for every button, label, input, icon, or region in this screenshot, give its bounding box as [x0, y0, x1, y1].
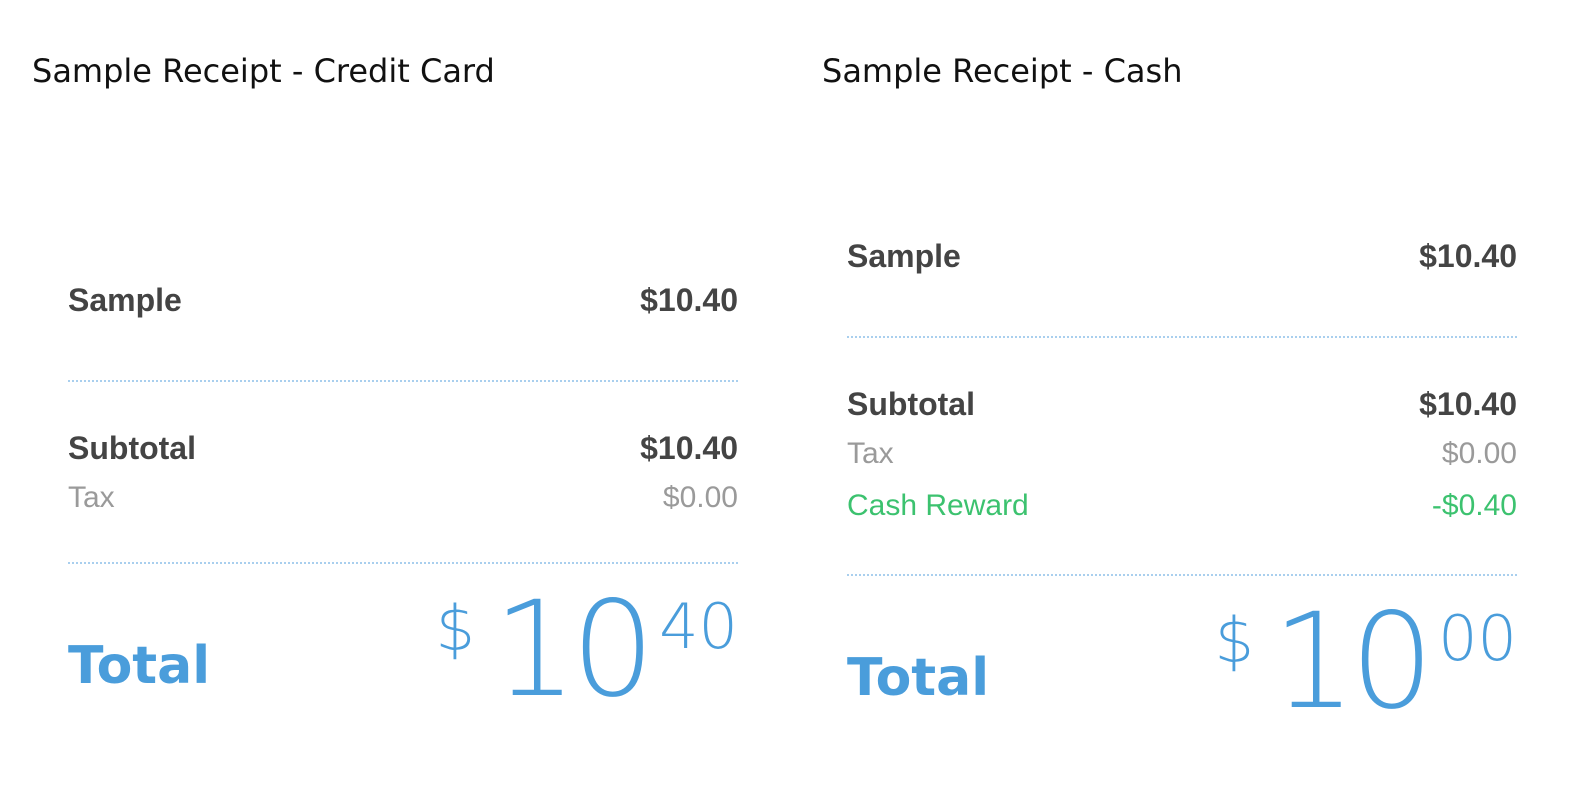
subtotal-row: Subtotal $10.40	[847, 380, 1517, 428]
item-name: Sample	[847, 238, 961, 274]
total-dollars: 10	[493, 573, 655, 727]
total-amount: $ 10 00	[1214, 596, 1517, 728]
item-price: $10.40	[1419, 238, 1517, 274]
item-price: $10.40	[640, 282, 738, 318]
total-label: Total	[847, 648, 990, 708]
credit-card-receipt: Sample $10.40 Subtotal $10.40 Tax $0.00 …	[68, 276, 738, 716]
tax-row: Tax $0.00	[847, 428, 1517, 480]
total-cents: 40	[659, 590, 738, 663]
total-cents: 00	[1438, 602, 1517, 675]
subtotal-label: Subtotal	[847, 386, 975, 422]
total-amount: $ 10 40	[435, 584, 738, 716]
credit-receipt-heading: Sample Receipt - Credit Card	[32, 52, 495, 90]
cash-receipt-heading: Sample Receipt - Cash	[822, 52, 1183, 90]
item-name: Sample	[68, 282, 182, 318]
line-item: Sample $10.40	[847, 232, 1517, 280]
tax-label: Tax	[847, 437, 894, 470]
cash-reward-row: Cash Reward -$0.40	[847, 480, 1517, 532]
total-row: Total $ 10 40	[68, 584, 738, 716]
subtotal-value: $10.40	[1419, 386, 1517, 422]
cash-reward-label: Cash Reward	[847, 489, 1029, 522]
subtotal-row: Subtotal $10.40	[68, 424, 738, 472]
total-dollars: 10	[1272, 585, 1434, 739]
tax-label: Tax	[68, 481, 115, 514]
subtotal-value: $10.40	[640, 430, 738, 466]
subtotal-label: Subtotal	[68, 430, 196, 466]
tax-value: $0.00	[662, 481, 738, 514]
total-row: Total $ 10 00	[847, 596, 1517, 728]
total-label: Total	[68, 636, 211, 696]
tax-value: $0.00	[1441, 437, 1517, 470]
line-item: Sample $10.40	[68, 276, 738, 324]
cash-reward-value: -$0.40	[1431, 489, 1517, 522]
currency-symbol: $	[1214, 604, 1255, 677]
currency-symbol: $	[435, 592, 476, 665]
cash-receipt: Sample $10.40 Subtotal $10.40 Tax $0.00 …	[847, 232, 1517, 728]
tax-row: Tax $0.00	[68, 472, 738, 524]
